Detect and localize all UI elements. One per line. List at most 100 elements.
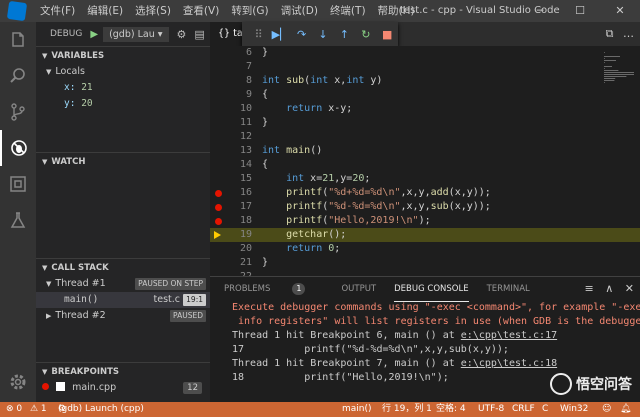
current-line-arrow-icon[interactable] [214, 231, 221, 239]
explorer-icon[interactable] [0, 22, 36, 58]
close-icon[interactable]: ✕ [600, 0, 640, 22]
smiley-icon[interactable]: ☺ [602, 402, 611, 417]
source-link[interactable]: e:\cpp\test.c:17 [461, 330, 557, 341]
breakpoint-icon[interactable] [215, 218, 222, 225]
code-line[interactable]: 20 return 0; [210, 242, 640, 256]
cursor-position[interactable]: 行 19，列 1 [382, 402, 432, 417]
breakpoint-checkbox[interactable] [56, 382, 66, 391]
thread-row[interactable]: ▶ Thread #2 PAUSED [36, 308, 210, 324]
menu-terminal[interactable]: 终端(T) [324, 0, 372, 22]
minimize-icon[interactable]: ─ [520, 0, 560, 22]
encoding[interactable]: UTF-8 [478, 402, 504, 417]
warning-count[interactable]: ⚠ 1 [30, 402, 47, 417]
code-line[interactable]: 18 printf("Hello,2019!\n"); [210, 214, 640, 228]
variable-row[interactable]: y: 20 [36, 96, 210, 112]
scope-status[interactable]: main() [342, 402, 372, 417]
code-line[interactable]: 7 [210, 60, 640, 74]
minimap-line [604, 82, 605, 83]
menu-debug[interactable]: 调试(D) [275, 0, 324, 22]
source-link[interactable]: e:\cpp\test.c:18 [461, 358, 557, 369]
code-line[interactable]: 17 printf("%d-%d=%d\n",x,y,sub(x,y)); [210, 200, 640, 214]
step-into-icon[interactable]: ↓ [312, 28, 333, 41]
debug-console-icon[interactable]: ▤ [194, 28, 204, 41]
code-line[interactable]: 16 printf("%d+%d=%d\n",x,y,add(x,y)); [210, 186, 640, 200]
code-text: int x=21,y=20; [286, 173, 371, 184]
launch-config-select[interactable]: (gdb) Lau ▾ [103, 26, 169, 42]
code-line[interactable]: 21} [210, 256, 640, 270]
line-number: 12 [239, 131, 252, 142]
thread-row[interactable]: ▼ Thread #1 PAUSED ON STEP [36, 276, 210, 292]
menu-file[interactable]: 文件(F) [34, 0, 81, 22]
code-line[interactable]: 15 int x=21,y=20; [210, 172, 640, 186]
more-actions-icon[interactable]: … [623, 27, 634, 40]
tab-output[interactable]: OUTPUT [341, 277, 376, 301]
language-mode[interactable]: C [542, 402, 548, 417]
clear-console-icon[interactable]: ≡ [585, 282, 594, 295]
code-line[interactable]: 10 return x-y; [210, 102, 640, 116]
error-count[interactable]: ⊗ 0 [6, 402, 22, 417]
locals-scope[interactable]: ▼ Locals [36, 64, 210, 80]
bell-icon[interactable]: 🔔︎ [620, 402, 631, 417]
continue-icon[interactable]: ▶▏ [269, 28, 290, 41]
variables-section: ▼ VARIABLES ▼ Locals x: 21 y: 20 [36, 46, 210, 112]
test-flask-icon[interactable] [0, 202, 36, 238]
code-line[interactable]: 8 int sub(int x,int y) [210, 74, 640, 88]
settings-gear-icon[interactable] [0, 364, 36, 400]
panel-actions: ≡ ∧ ✕ [585, 277, 635, 301]
menu-go[interactable]: 转到(G) [225, 0, 274, 22]
variables-header[interactable]: ▼ VARIABLES [36, 46, 210, 64]
stack-frame-row[interactable]: main() test.c 19:1 [36, 292, 210, 308]
menu-edit[interactable]: 编辑(E) [81, 0, 129, 22]
code-line[interactable]: 14 { [210, 158, 640, 172]
line-number: 20 [239, 243, 252, 254]
code-line[interactable]: 9{ [210, 88, 640, 102]
thread-state-badge: PAUSED [170, 310, 206, 322]
code-line[interactable]: 12 [210, 130, 640, 144]
code-line[interactable]: 6} [210, 46, 640, 60]
breakpoint-icon[interactable] [215, 204, 222, 211]
platform[interactable]: Win32 [560, 402, 588, 417]
step-over-icon[interactable]: ↷ [291, 28, 312, 41]
minimap-line [604, 62, 605, 63]
extensions-icon[interactable] [0, 166, 36, 202]
debug-icon[interactable] [0, 130, 36, 166]
gear-icon[interactable]: ⚙ [177, 28, 187, 41]
tab-debug-console[interactable]: DEBUG CONSOLE [394, 277, 469, 302]
breakpoints-header[interactable]: ▼ BREAKPOINTS [36, 362, 210, 380]
minimap-line [604, 72, 634, 73]
code-editor[interactable]: 6} 7 8 int sub(int x,int y) 9{10 return x-y;… [210, 46, 640, 276]
code-line[interactable]: 19 getchar(); [210, 228, 640, 242]
line-ending[interactable]: CRLF [512, 402, 535, 417]
indentation[interactable]: 空格: 4 [436, 402, 466, 417]
variable-row[interactable]: x: 21 [36, 80, 210, 96]
step-out-icon[interactable]: ↑ [334, 28, 355, 41]
breakpoint-row[interactable]: main.cpp 12 [36, 380, 210, 396]
editor-actions: ⧉ … [606, 22, 634, 46]
line-number: 7 [245, 61, 252, 72]
drag-handle-icon[interactable]: ⠿ [248, 28, 269, 41]
close-panel-icon[interactable]: ✕ [625, 282, 634, 295]
watch-header[interactable]: ▼ WATCH [36, 152, 210, 170]
tab-terminal[interactable]: TERMINAL [487, 277, 530, 301]
menu-selection[interactable]: 选择(S) [129, 0, 177, 22]
split-editor-icon[interactable]: ⧉ [606, 27, 614, 40]
tab-problems[interactable]: PROBLEMS 1 [224, 277, 323, 301]
source-control-icon[interactable] [0, 94, 36, 130]
start-debugging-icon[interactable]: ▶ [90, 29, 98, 40]
breakpoint-icon[interactable] [215, 190, 222, 197]
line-number: 8 [245, 75, 252, 86]
restart-icon[interactable]: ↻ [355, 28, 376, 41]
minimap-line [604, 74, 634, 75]
minimap[interactable] [600, 46, 640, 276]
callstack-header[interactable]: ▼ CALL STACK [36, 258, 210, 276]
maximize-panel-icon[interactable]: ∧ [605, 282, 613, 295]
maximize-icon[interactable]: ☐ [560, 0, 600, 22]
stop-icon[interactable]: ■ [377, 28, 398, 41]
code-line[interactable]: 13 int main() [210, 144, 640, 158]
minimap-line [604, 78, 616, 79]
code-line[interactable]: 11} [210, 116, 640, 130]
minimap-line [604, 70, 619, 71]
search-icon[interactable] [0, 58, 36, 94]
menu-view[interactable]: 查看(V) [177, 0, 225, 22]
breakpoint-dot-icon [42, 383, 49, 390]
